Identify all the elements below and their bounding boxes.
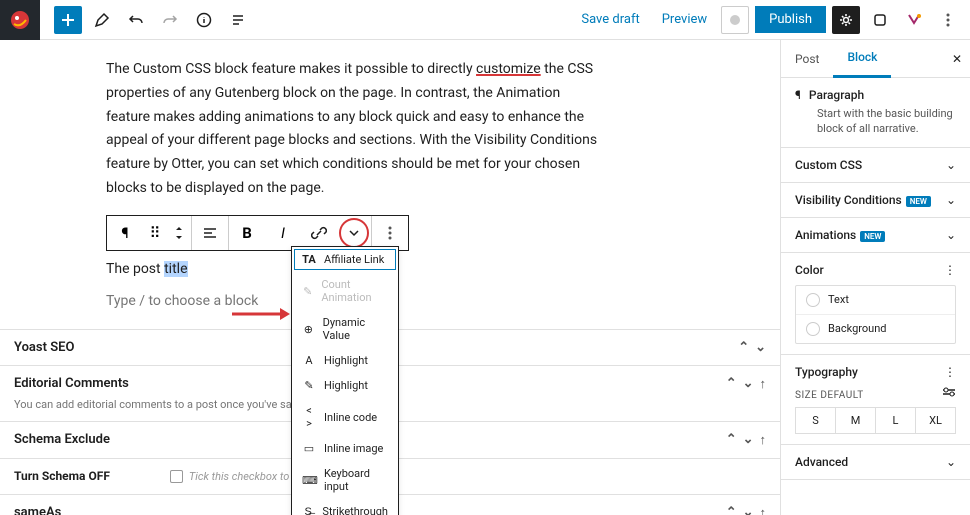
color-section: Color⋮ Text Background	[781, 253, 970, 355]
visibility-row[interactable]: Visibility ConditionsNEW⌄	[781, 183, 970, 218]
bold-button[interactable]: B	[229, 216, 265, 250]
more-icon[interactable]: ⋮	[944, 365, 956, 379]
dropdown-item-affiliate-link[interactable]: TAAffiliate Link	[292, 247, 398, 272]
yoast-icon[interactable]	[900, 6, 928, 34]
arrow-up-icon[interactable]: ↑	[760, 505, 767, 515]
add-block-button[interactable]	[54, 6, 82, 34]
advanced-row[interactable]: Advanced⌄	[781, 445, 970, 480]
tab-post[interactable]: Post	[781, 40, 833, 78]
top-toolbar: Save draft Preview Publish	[0, 0, 970, 40]
chevron-down-icon[interactable]: ⌄	[743, 432, 754, 448]
size-m[interactable]: M	[836, 408, 876, 433]
editor-canvas: The Custom CSS block feature makes it po…	[0, 40, 780, 515]
link-button[interactable]	[301, 216, 337, 250]
close-sidebar-button[interactable]: ✕	[952, 52, 962, 66]
customize-link[interactable]: customize	[476, 61, 541, 77]
publish-button[interactable]: Publish	[755, 6, 826, 33]
custom-css-row[interactable]: Custom CSS⌄	[781, 148, 970, 183]
chevron-up-icon[interactable]: ⌃	[738, 340, 749, 355]
redo-button[interactable]	[156, 6, 184, 34]
annotation-arrow	[232, 306, 290, 322]
size-s[interactable]: S	[796, 408, 836, 433]
chevron-down-icon[interactable]: ⌄	[743, 376, 754, 392]
schema-checkbox[interactable]	[170, 470, 183, 483]
view-button[interactable]	[721, 6, 749, 34]
dropdown-item-dynamic-value[interactable]: ⊕Dynamic Value	[292, 310, 398, 348]
arrow-up-icon[interactable]: ↑	[760, 432, 767, 448]
chevron-up-icon[interactable]: ⌃	[726, 376, 737, 392]
settings-button[interactable]	[832, 6, 860, 34]
text-color-option[interactable]: Text	[796, 286, 955, 315]
paragraph-block[interactable]: The Custom CSS block feature makes it po…	[106, 58, 600, 201]
align-button[interactable]	[192, 216, 228, 250]
animations-row[interactable]: AnimationsNEW⌄	[781, 218, 970, 253]
preview-button[interactable]: Preview	[654, 12, 715, 27]
more-icon[interactable]: ⋮	[944, 263, 956, 277]
chevron-up-icon[interactable]: ⌃	[726, 505, 737, 515]
block-info: ¶Paragraph Start with the basic building…	[781, 78, 970, 148]
chevron-down-icon: ⌄	[946, 158, 956, 172]
dropdown-item-strikethrough[interactable]: S̶Strikethrough	[292, 499, 398, 515]
italic-button[interactable]: I	[265, 216, 301, 250]
dropdown-item-inline-image[interactable]: ▭Inline image	[292, 436, 398, 461]
dropdown-item-keyboard-input[interactable]: ⌨Keyboard input	[292, 461, 398, 499]
dropdown-item-inline-code[interactable]: < >Inline code	[292, 398, 398, 436]
chevron-down-icon[interactable]: ⌄	[755, 340, 766, 355]
outline-button[interactable]	[224, 6, 252, 34]
info-button[interactable]	[190, 6, 218, 34]
settings-icon[interactable]	[942, 387, 956, 397]
paragraph-icon: ¶	[795, 88, 801, 102]
background-color-option[interactable]: Background	[796, 315, 955, 343]
chevron-down-icon: ⌄	[946, 193, 956, 207]
chevron-down-icon: ⌄	[946, 228, 956, 242]
formatting-dropdown: TAAffiliate Link✎Count Animation⊕Dynamic…	[291, 246, 399, 515]
chevron-up-icon[interactable]: ⌃	[726, 432, 737, 448]
dropdown-item-count-animation: ✎Count Animation	[292, 272, 398, 310]
block-options-button[interactable]	[372, 216, 408, 250]
drag-handle[interactable]: ⠿	[143, 216, 167, 250]
selected-text: title	[164, 261, 187, 277]
dropdown-item-highlight[interactable]: AHighlight	[292, 348, 398, 373]
paragraph-type-button[interactable]: ¶	[107, 216, 143, 250]
chevron-down-icon: ⌄	[946, 455, 956, 469]
arrow-up-icon[interactable]: ↑	[760, 376, 767, 392]
tab-block[interactable]: Block	[833, 40, 891, 78]
move-buttons[interactable]	[167, 216, 191, 250]
more-menu-button[interactable]	[934, 6, 962, 34]
more-formatting-button[interactable]	[339, 218, 369, 248]
save-draft-button[interactable]: Save draft	[573, 12, 647, 27]
size-xl[interactable]: XL	[916, 408, 955, 433]
undo-button[interactable]	[122, 6, 150, 34]
typography-section: Typography⋮ SIZE DEFAULT SMLXL	[781, 355, 970, 445]
wp-logo[interactable]	[0, 0, 40, 40]
chevron-down-icon[interactable]: ⌄	[743, 505, 754, 515]
edit-mode-button[interactable]	[88, 6, 116, 34]
size-l[interactable]: L	[876, 408, 916, 433]
plugin-icon-1[interactable]	[866, 6, 894, 34]
settings-sidebar: Post Block ✕ ¶Paragraph Start with the b…	[780, 40, 970, 515]
dropdown-item-highlight[interactable]: ✎Highlight	[292, 373, 398, 398]
